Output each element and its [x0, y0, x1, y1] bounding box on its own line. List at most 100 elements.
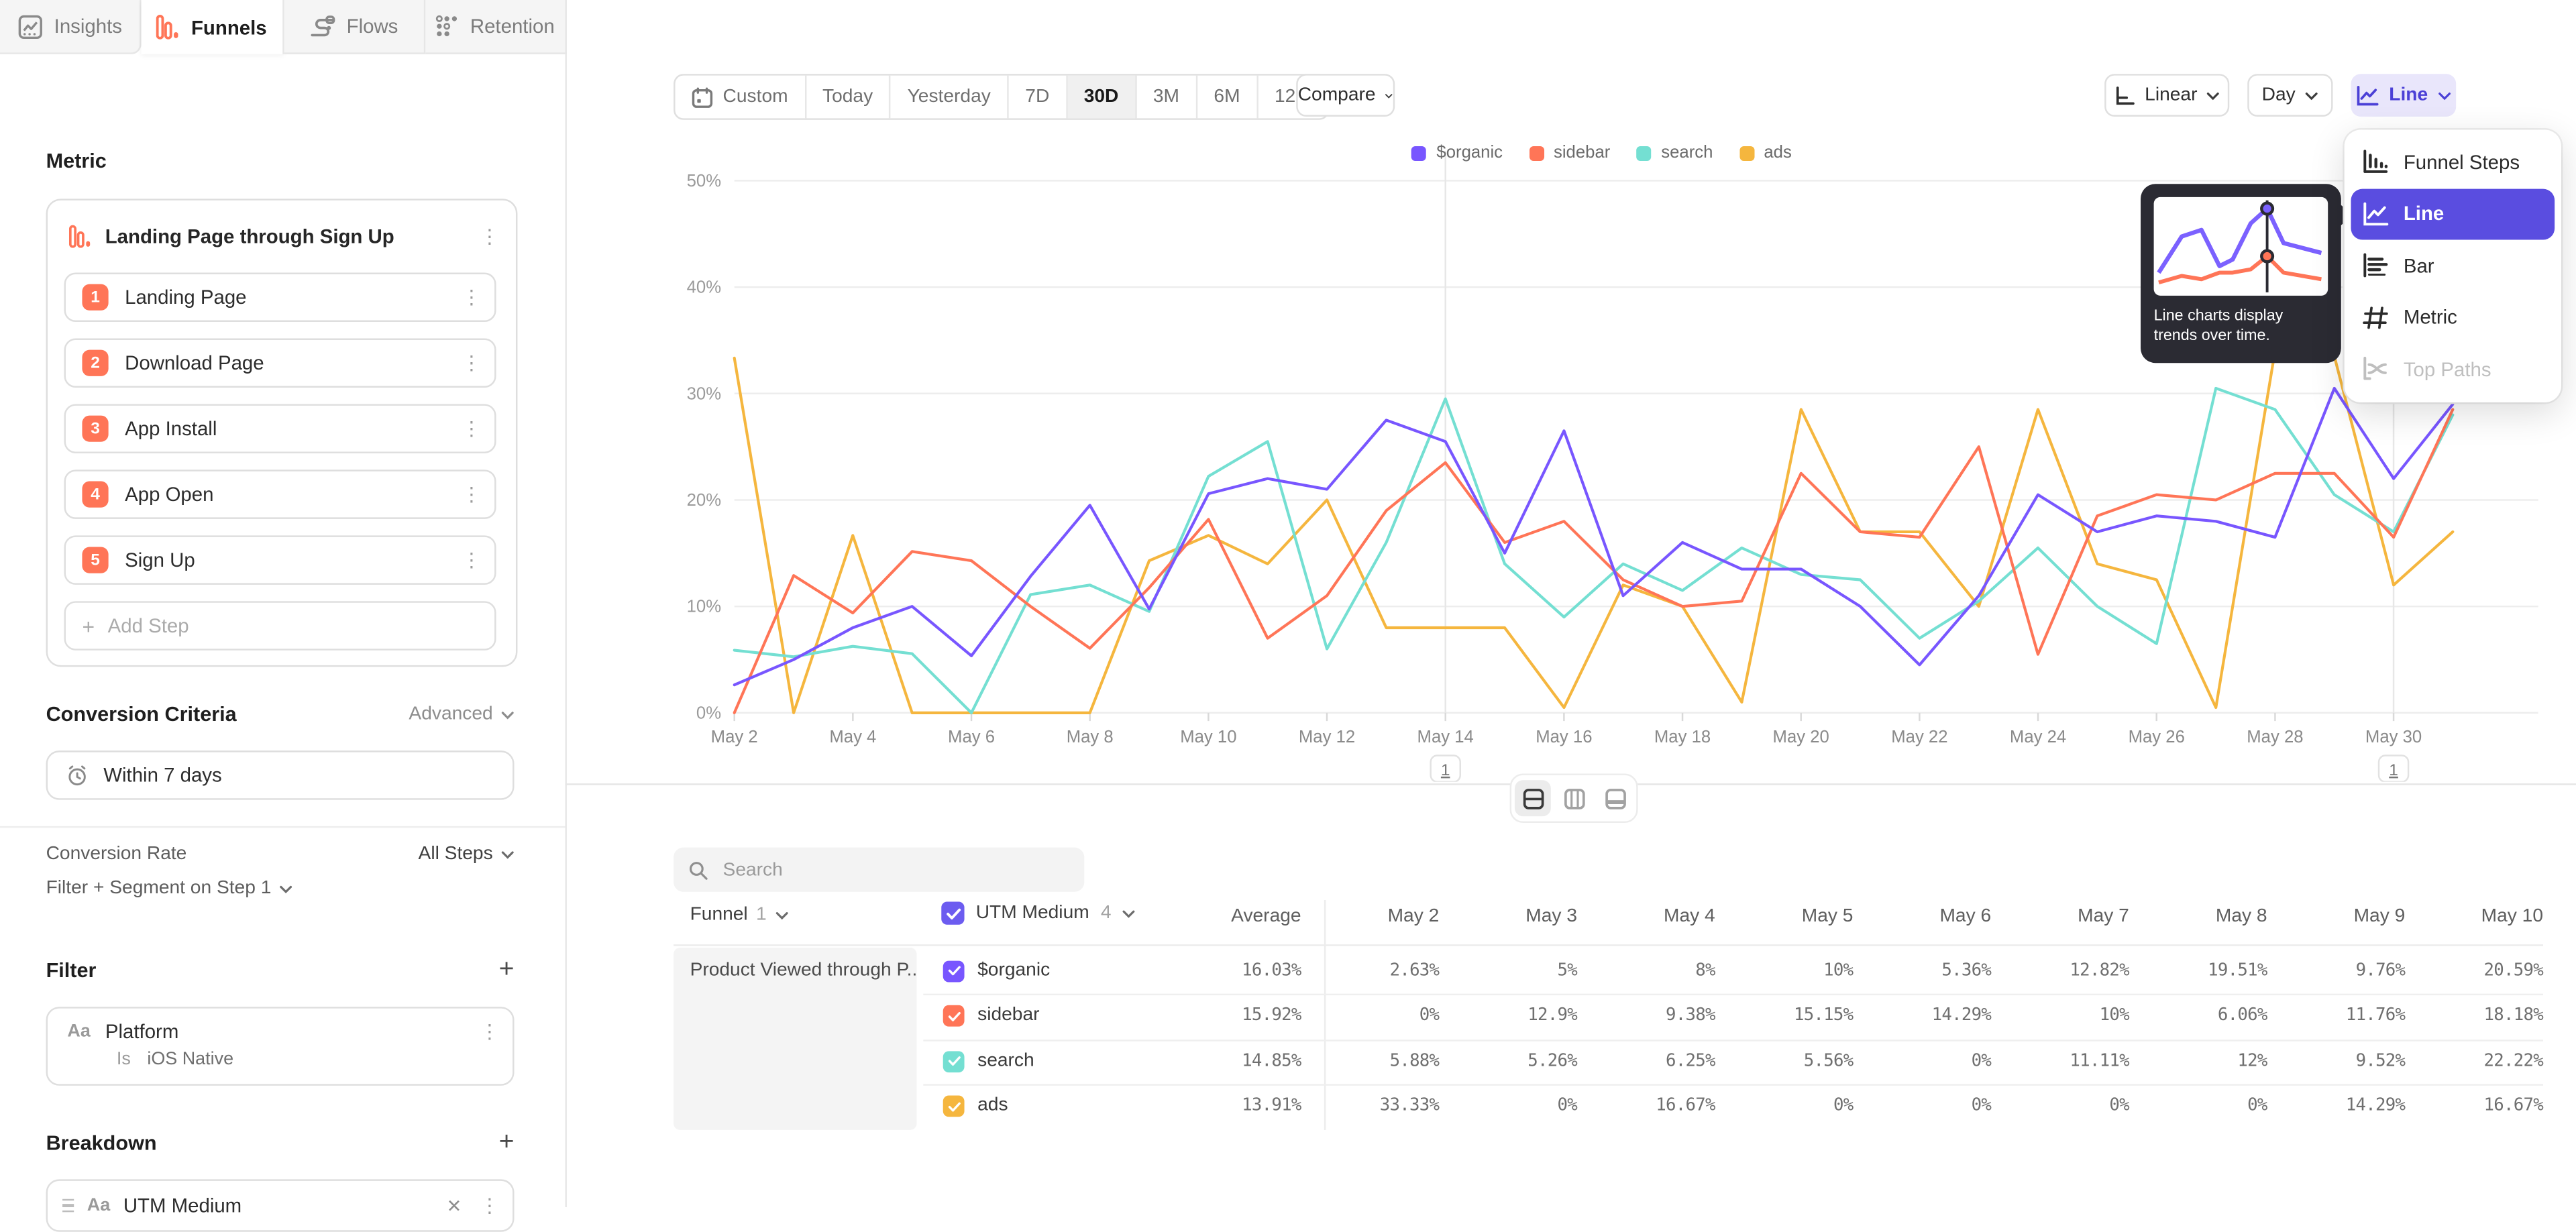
range-yesterday[interactable]: Yesterday: [891, 76, 1009, 119]
legend-item-organic[interactable]: $organic: [1412, 143, 1503, 162]
filter-kebab-icon[interactable]: [480, 1023, 499, 1040]
breakdown-property-name[interactable]: UTM Medium: [123, 1194, 429, 1217]
metric-kebab-icon[interactable]: [480, 228, 499, 244]
tab-funnels[interactable]: Funnels: [142, 0, 283, 54]
compare-button[interactable]: Compare: [1296, 74, 1395, 117]
kebab-menu-icon[interactable]: [462, 421, 481, 437]
cell-value: 10%: [1715, 960, 1854, 979]
cell-value: 11.11%: [1991, 1050, 2129, 1070]
range-label: 30D: [1084, 87, 1119, 107]
split-columns-layout-button[interactable]: [1556, 780, 1592, 816]
legend-item-ads[interactable]: ads: [1739, 143, 1792, 162]
svg-text:1: 1: [2389, 761, 2398, 779]
cell-value: 9.52%: [2267, 1050, 2406, 1070]
series-checkbox[interactable]: [943, 1050, 965, 1072]
filter-segment-dropdown[interactable]: Filter + Segment on Step 1: [46, 879, 293, 898]
advanced-dropdown[interactable]: Advanced: [409, 705, 514, 724]
divider: [0, 826, 565, 828]
linear-axis-icon: [2114, 85, 2135, 106]
range-today[interactable]: Today: [806, 76, 892, 119]
cell-value: 5.56%: [1715, 1050, 1854, 1070]
cell-value: 0%: [2129, 1095, 2267, 1115]
cell-value: 9.38%: [1577, 1005, 1715, 1025]
add-step-button[interactable]: + Add Step: [64, 601, 496, 650]
conversion-window-label: Within 7 days: [103, 764, 221, 787]
drag-handle-icon[interactable]: [62, 1199, 74, 1213]
filter-section-title: Filter: [46, 959, 499, 982]
range-7d[interactable]: 7D: [1009, 76, 1067, 119]
range-30d[interactable]: 30D: [1067, 76, 1136, 119]
tab-label: Insights: [54, 15, 122, 38]
range-label: Today: [822, 87, 873, 107]
filter-operator[interactable]: Is: [117, 1050, 131, 1069]
table-header-row: AverageMay 2May 3May 4May 5May 6May 7May…: [1153, 907, 2543, 926]
menu-item-metric[interactable]: Metric: [2345, 292, 2561, 343]
alarm-clock-icon: [66, 764, 89, 787]
search-input[interactable]: [720, 858, 1055, 881]
svg-text:10%: 10%: [687, 598, 721, 616]
menu-item-bar[interactable]: Bar: [2345, 240, 2561, 292]
svg-text:1: 1: [1441, 761, 1450, 779]
funnel-column-dropdown[interactable]: Funnel 1: [690, 905, 788, 924]
legend-item-sidebar[interactable]: sidebar: [1529, 143, 1610, 162]
scale-dropdown-button[interactable]: Linear: [2104, 74, 2229, 117]
chart-type-dropdown-button[interactable]: Line: [2351, 74, 2456, 117]
range-custom[interactable]: Custom: [676, 76, 806, 119]
legend-swatch: [1637, 146, 1652, 160]
conversion-window-row[interactable]: Within 7 days: [46, 750, 515, 799]
menu-item-funnel-steps[interactable]: Funnel Steps: [2345, 136, 2561, 188]
svg-text:May 22: May 22: [1891, 728, 1947, 746]
breakdown-column-dropdown[interactable]: UTM Medium 4: [941, 901, 1136, 924]
select-all-checkbox[interactable]: [941, 901, 964, 924]
breakdown-kebab-icon[interactable]: [480, 1197, 499, 1213]
funnel-step-landing-page[interactable]: 1Landing Page: [64, 273, 496, 322]
date-column-header: May 4: [1577, 907, 1715, 926]
add-breakdown-button[interactable]: +: [499, 1133, 515, 1153]
funnel-column-label: Funnel: [690, 905, 748, 924]
funnel-step-download-page[interactable]: 2Download Page: [64, 338, 496, 387]
tab-insights[interactable]: Insights: [0, 0, 142, 54]
add-filter-button[interactable]: +: [499, 961, 515, 981]
range-6m[interactable]: 6M: [1197, 76, 1258, 119]
conversion-rate-dropdown[interactable]: All Steps: [419, 844, 515, 864]
kebab-menu-icon[interactable]: [462, 486, 481, 502]
svg-text:30%: 30%: [687, 384, 721, 403]
series-checkbox[interactable]: [943, 960, 965, 981]
menu-item-label: Bar: [2404, 254, 2434, 277]
interval-dropdown-button[interactable]: Day: [2247, 74, 2332, 117]
bottom-panel-layout-button[interactable]: [1597, 780, 1633, 816]
svg-text:May 8: May 8: [1067, 728, 1114, 746]
remove-breakdown-icon[interactable]: ✕: [441, 1195, 466, 1217]
table-search-field: [674, 848, 1084, 892]
filter-value[interactable]: iOS Native: [147, 1050, 233, 1069]
menu-item-line[interactable]: Line: [2351, 188, 2555, 239]
menu-item-label: Metric: [2404, 306, 2457, 329]
funnels-analytics-app: InsightsFunnelsFlowsRetention Metric Lan…: [0, 0, 2576, 1207]
funnel-step-app-install[interactable]: 3App Install: [64, 404, 496, 453]
legend-label: $organic: [1436, 143, 1503, 162]
tab-flows[interactable]: Flows: [283, 0, 425, 54]
average-value: 16.03%: [1153, 960, 1301, 979]
series-checkbox[interactable]: [943, 1095, 965, 1117]
funnel-step-app-open[interactable]: 4App Open: [64, 469, 496, 518]
legend-label: ads: [1764, 143, 1791, 162]
kebab-menu-icon[interactable]: [462, 289, 481, 305]
funnel-step-sign-up[interactable]: 5Sign Up: [64, 535, 496, 584]
cell-value: 6.25%: [1577, 1050, 1715, 1070]
legend-item-search[interactable]: search: [1637, 143, 1713, 162]
filter-property-name[interactable]: Platform: [105, 1020, 465, 1043]
range-3m[interactable]: 3M: [1136, 76, 1197, 119]
split-rows-layout-button[interactable]: [1515, 780, 1551, 816]
series-checkbox[interactable]: [943, 1005, 965, 1027]
tab-retention[interactable]: Retention: [425, 0, 567, 54]
step-label: Download Page: [125, 351, 445, 374]
legend-label: search: [1661, 143, 1713, 162]
svg-text:0%: 0%: [696, 704, 721, 722]
legend-swatch: [1739, 146, 1754, 160]
property-type-icon: Aa: [87, 1196, 110, 1215]
kebab-menu-icon[interactable]: [462, 355, 481, 371]
series-line-sidebar: [735, 410, 2453, 713]
kebab-menu-icon[interactable]: [462, 552, 481, 568]
cell-value: 12%: [2129, 1050, 2267, 1070]
row-group-label[interactable]: Product Viewed through P...: [674, 948, 916, 1130]
